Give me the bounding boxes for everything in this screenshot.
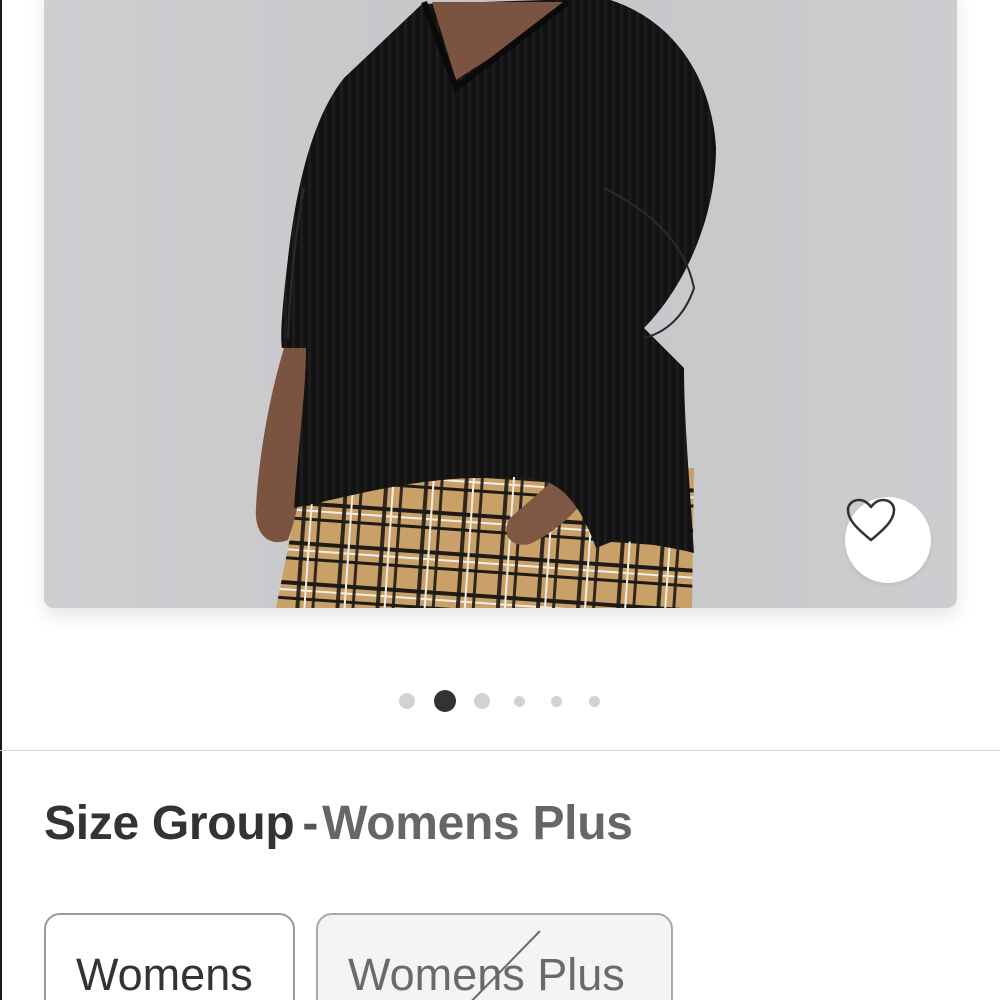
product-photo xyxy=(44,0,957,608)
favorite-button[interactable] xyxy=(845,497,931,583)
size-group-separator: - xyxy=(302,797,319,850)
size-group-selected-value: Womens Plus xyxy=(322,797,633,850)
product-detail-page: Size Group -Womens Plus Womens Womens Plu… xyxy=(0,0,1000,1000)
heart-outline-icon xyxy=(846,498,896,542)
carousel-dot-1[interactable] xyxy=(399,693,415,709)
carousel-dot-5[interactable] xyxy=(551,696,562,707)
section-divider xyxy=(0,750,1000,751)
size-group-label: Size Group xyxy=(44,797,295,850)
product-image-card[interactable] xyxy=(44,0,957,608)
window-edge xyxy=(0,0,2,1000)
size-option-womens-plus[interactable]: Womens Plus xyxy=(316,913,673,1000)
carousel-dot-2[interactable] xyxy=(434,690,456,712)
size-option-womens[interactable]: Womens xyxy=(44,913,295,1000)
size-group-heading: Size Group -Womens Plus xyxy=(44,796,633,856)
carousel-dot-6[interactable] xyxy=(589,696,600,707)
image-carousel-dots xyxy=(0,690,1000,712)
carousel-dot-4[interactable] xyxy=(514,696,525,707)
unavailable-strikethrough-icon xyxy=(471,930,541,1000)
carousel-dot-3[interactable] xyxy=(474,693,490,709)
black-sweater xyxy=(281,0,716,553)
size-option-label: Womens xyxy=(76,949,253,1000)
